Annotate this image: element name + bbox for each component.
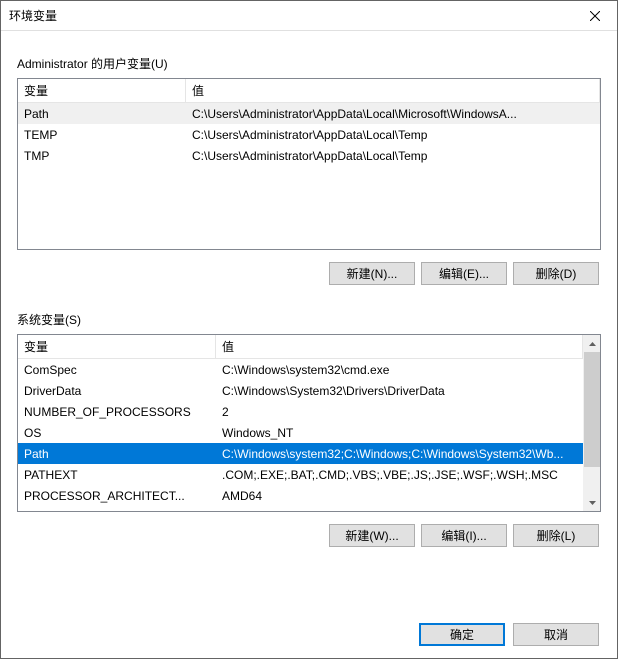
user-col-name[interactable]: 变量 [18,79,186,102]
cell-name: ComSpec [18,363,216,377]
table-row[interactable]: Path C:\Users\Administrator\AppData\Loca… [18,103,600,124]
env-vars-dialog: 环境变量 Administrator 的用户变量(U) 变量 值 Path C:… [0,0,618,659]
sys-col-value[interactable]: 值 [216,335,583,358]
user-vars-label: Administrator 的用户变量(U) [17,55,601,72]
system-vars-headers: 变量 值 [18,335,583,359]
system-vars-label: 系统变量(S) [17,311,601,328]
user-vars-buttons: 新建(N)... 编辑(E)... 删除(D) [17,262,601,285]
user-rows: Path C:\Users\Administrator\AppData\Loca… [18,103,600,166]
scroll-down-icon[interactable] [584,494,600,511]
system-vars-group: 系统变量(S) 变量 值 ComSpec C:\Windows\system32… [17,311,601,547]
cell-value: C:\Users\Administrator\AppData\Local\Tem… [186,149,600,163]
close-button[interactable] [572,1,617,30]
cell-name: PROCESSOR_ARCHITECT... [18,489,216,503]
cell-value: C:\Users\Administrator\AppData\Local\Mic… [186,107,600,121]
table-row[interactable]: ComSpec C:\Windows\system32\cmd.exe [18,359,583,380]
user-edit-button[interactable]: 编辑(E)... [421,262,507,285]
system-new-button[interactable]: 新建(W)... [329,524,415,547]
cell-value: Windows_NT [216,426,583,440]
cell-value: C:\Users\Administrator\AppData\Local\Tem… [186,128,600,142]
scroll-thumb[interactable] [584,352,600,467]
cell-value: C:\Windows\system32;C:\Windows;C:\Window… [216,447,583,461]
table-row[interactable]: TMP C:\Users\Administrator\AppData\Local… [18,145,600,166]
table-row[interactable]: Path C:\Windows\system32;C:\Windows;C:\W… [18,443,583,464]
cancel-button[interactable]: 取消 [513,623,599,646]
cell-name: DriverData [18,384,216,398]
scroll-track[interactable] [584,352,600,494]
cell-name: PATHEXT [18,468,216,482]
cell-value: C:\Windows\System32\Drivers\DriverData [216,384,583,398]
system-scrollbar[interactable] [583,335,600,511]
system-rows: ComSpec C:\Windows\system32\cmd.exe Driv… [18,359,583,506]
user-vars-list[interactable]: 变量 值 Path C:\Users\Administrator\AppData… [17,78,601,250]
dialog-buttons: 确定 取消 [17,623,601,646]
window-title: 环境变量 [9,7,572,24]
dialog-content: Administrator 的用户变量(U) 变量 值 Path C:\User… [1,31,617,658]
titlebar: 环境变量 [1,1,617,31]
ok-button[interactable]: 确定 [419,623,505,646]
table-row[interactable]: NUMBER_OF_PROCESSORS 2 [18,401,583,422]
cell-name: OS [18,426,216,440]
system-edit-button[interactable]: 编辑(I)... [421,524,507,547]
cell-name: TMP [18,149,186,163]
system-delete-button[interactable]: 删除(L) [513,524,599,547]
close-icon [590,11,600,21]
user-vars-headers: 变量 值 [18,79,600,103]
table-row[interactable]: DriverData C:\Windows\System32\Drivers\D… [18,380,583,401]
cell-name: NUMBER_OF_PROCESSORS [18,405,216,419]
scroll-up-icon[interactable] [584,335,600,352]
system-vars-list[interactable]: 变量 值 ComSpec C:\Windows\system32\cmd.exe… [17,334,601,512]
cell-value: AMD64 [216,489,583,503]
table-row[interactable]: OS Windows_NT [18,422,583,443]
cell-name: Path [18,447,216,461]
table-row[interactable]: PROCESSOR_ARCHITECT... AMD64 [18,485,583,506]
cell-name: TEMP [18,128,186,142]
user-vars-group: Administrator 的用户变量(U) 变量 值 Path C:\User… [17,55,601,285]
user-col-value[interactable]: 值 [186,79,600,102]
cell-value: C:\Windows\system32\cmd.exe [216,363,583,377]
cell-name: Path [18,107,186,121]
table-row[interactable]: TEMP C:\Users\Administrator\AppData\Loca… [18,124,600,145]
table-row[interactable]: PATHEXT .COM;.EXE;.BAT;.CMD;.VBS;.VBE;.J… [18,464,583,485]
user-new-button[interactable]: 新建(N)... [329,262,415,285]
user-delete-button[interactable]: 删除(D) [513,262,599,285]
cell-value: 2 [216,405,583,419]
sys-col-name[interactable]: 变量 [18,335,216,358]
system-vars-buttons: 新建(W)... 编辑(I)... 删除(L) [17,524,601,547]
cell-value: .COM;.EXE;.BAT;.CMD;.VBS;.VBE;.JS;.JSE;.… [216,468,583,482]
